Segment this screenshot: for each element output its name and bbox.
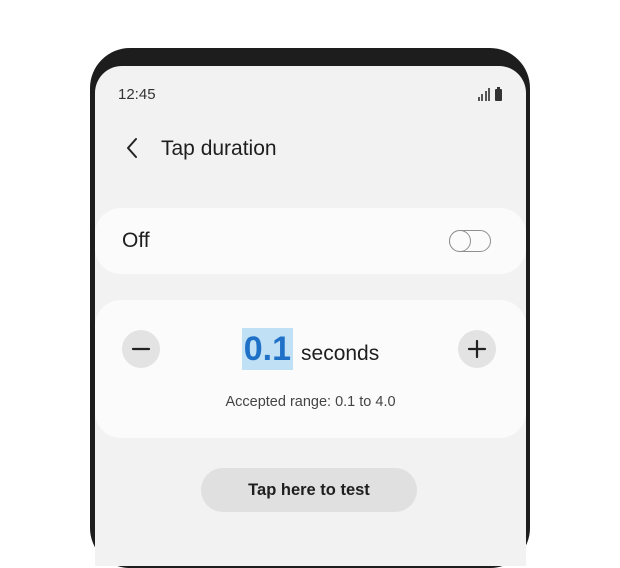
accepted-range-text: Accepted range: 0.1 to 4.0: [225, 394, 396, 410]
header: Tap duration: [95, 124, 526, 172]
tap-test-button[interactable]: Tap here to test: [201, 468, 417, 512]
status-icons: [477, 85, 502, 101]
signal-icon: [477, 88, 490, 101]
plus-icon: [467, 339, 487, 359]
duration-unit: seconds: [301, 342, 380, 365]
duration-card: 0.1 seconds Accepted range: 0.1 to 4.0: [95, 300, 526, 438]
page-title: Tap duration: [161, 137, 277, 160]
toggle-label: Off: [122, 229, 150, 252]
toggle-switch[interactable]: [449, 229, 491, 252]
increase-button[interactable]: [458, 330, 496, 368]
status-bar: 12:45: [95, 66, 526, 122]
battery-icon: [495, 87, 502, 101]
status-time: 12:45: [118, 86, 156, 103]
back-button[interactable]: [117, 132, 149, 164]
toggle-row[interactable]: Off: [95, 208, 526, 274]
duration-value-input[interactable]: 0.1: [241, 328, 294, 370]
screen: 12:45 Tap duration Off 0.1 seconds Accep…: [95, 66, 526, 566]
chevron-left-icon: [127, 138, 137, 158]
switch-knob: [449, 229, 471, 252]
